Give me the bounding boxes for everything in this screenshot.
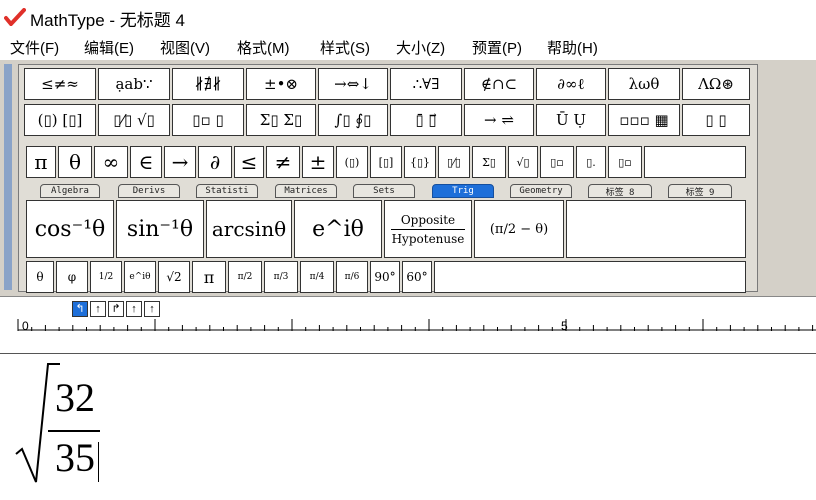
tab-label-8[interactable]: 标签 8 <box>588 184 652 198</box>
tab-derivs[interactable]: Derivs <box>118 184 180 198</box>
palette-grip[interactable] <box>4 64 12 290</box>
template-radical[interactable]: √▯ <box>508 146 538 178</box>
template-subscript[interactable]: ▯. <box>576 146 606 178</box>
expr-one-half[interactable]: 1/2 <box>90 261 122 293</box>
text-cursor <box>98 442 99 482</box>
palette-labeled-arrows[interactable]: → ⇌ <box>464 104 534 136</box>
palette-fractions-radicals[interactable]: ▯⁄▯ √▯ <box>98 104 170 136</box>
template-empty-slot[interactable] <box>566 200 746 258</box>
tabstop-relation-button[interactable]: ↑ <box>126 301 142 317</box>
template-arcsin-superscript[interactable]: sin⁻¹θ <box>116 200 204 258</box>
palette-matrices[interactable]: ▫▫▫ ▦ <box>608 104 680 136</box>
template-opposite-hypotenuse[interactable]: Opposite Hypotenuse <box>384 200 472 258</box>
expr-pi-over-6[interactable]: π/6 <box>336 261 368 293</box>
symbol-neq[interactable]: ≠ <box>266 146 300 178</box>
palette-products-sets[interactable]: Ū Ụ <box>536 104 606 136</box>
template-sub-superscript[interactable]: ▯▫ <box>608 146 642 178</box>
expr-euler[interactable]: e^iθ <box>124 261 156 293</box>
template-opposite-label: Opposite <box>400 212 456 227</box>
expr-empty-slot[interactable] <box>434 261 746 293</box>
palette-relations[interactable]: ≤≠≈ <box>24 68 96 100</box>
fraction-denominator: 35 <box>55 435 95 480</box>
palette-sets[interactable]: ∉∩⊂ <box>464 68 534 100</box>
palette-greek-lower[interactable]: λωθ <box>608 68 680 100</box>
palette-spaces-ellipses[interactable]: ạab∵ <box>98 68 170 100</box>
palette-arrows[interactable]: →⇔↓ <box>318 68 388 100</box>
expr-theta[interactable]: θ <box>26 261 54 293</box>
expr-pi-over-4[interactable]: π/4 <box>300 261 334 293</box>
palette-subscripts[interactable]: ▯▫ ▯ <box>172 104 244 136</box>
symbol-pi[interactable]: π <box>26 146 56 178</box>
menu-format[interactable]: 格式(M) <box>237 37 290 58</box>
tab-algebra[interactable]: Algebra <box>40 184 100 198</box>
tab-geometry[interactable]: Geometry <box>510 184 572 198</box>
menu-file[interactable]: 文件(F) <box>10 37 59 58</box>
menu-preferences[interactable]: 预置(P) <box>472 37 522 58</box>
template-arccos[interactable]: cos⁻¹θ <box>26 200 114 258</box>
palette-fences[interactable]: (▯) [▯] <box>24 104 96 136</box>
menu-edit[interactable]: 编辑(E) <box>84 37 134 58</box>
symbol-leq[interactable]: ≤ <box>234 146 264 178</box>
expr-phi[interactable]: φ <box>56 261 88 293</box>
template-fraction-bar <box>391 228 465 230</box>
title-bar: MathType - 无标题 4 <box>0 0 816 34</box>
ruler-ticks <box>17 319 816 331</box>
menu-view[interactable]: 视图(V) <box>160 37 210 58</box>
fraction-numerator: 32 <box>55 375 95 420</box>
palette-operators[interactable]: ±•⊗ <box>246 68 316 100</box>
equation-editor-area[interactable]: 32 35 <box>0 354 816 500</box>
palette-boxes[interactable]: ▯ ▯ <box>682 104 750 136</box>
ruler-area: ↰ ↑ ↱ ↑ ↑ 0 5 <box>0 296 816 355</box>
tabstop-decimal-button[interactable]: ↑ <box>144 301 160 317</box>
tab-trig[interactable]: Trig <box>432 184 494 198</box>
symbol-element-of[interactable]: ∈ <box>130 146 162 178</box>
template-braces[interactable]: {▯} <box>404 146 436 178</box>
expr-pi-over-2[interactable]: π/2 <box>228 261 262 293</box>
symbol-theta[interactable]: θ <box>58 146 92 178</box>
menu-bar: 文件(F) 编辑(E) 视图(V) 格式(M) 样式(S) 大小(Z) 预置(P… <box>0 34 816 60</box>
symbol-partial[interactable]: ∂ <box>198 146 232 178</box>
ruler-label-0: 0 <box>22 319 29 333</box>
template-superscript[interactable]: ▯▫ <box>540 146 574 178</box>
template-fraction[interactable]: ▯⁄▯ <box>438 146 470 178</box>
expr-60-degrees[interactable]: 60° <box>402 261 432 293</box>
expr-sqrt-2[interactable]: √2 <box>158 261 190 293</box>
template-hypotenuse-label: Hypotenuse <box>391 231 465 246</box>
tabstop-left-button[interactable]: ↰ <box>72 301 88 317</box>
tabstop-right-button[interactable]: ↱ <box>108 301 124 317</box>
palette-bars[interactable]: ▯̄ ▯⃗ <box>390 104 462 136</box>
template-parens[interactable]: (▯) <box>336 146 368 178</box>
ruler[interactable]: 0 5 <box>0 317 816 347</box>
palette-logic[interactable]: ∴∀∃ <box>390 68 462 100</box>
symbol-empty-slot[interactable] <box>644 146 746 178</box>
fraction-bar <box>48 430 100 432</box>
palette-misc-symbols[interactable]: ∂∞ℓ <box>536 68 606 100</box>
symbol-infinity[interactable]: ∞ <box>94 146 128 178</box>
menu-size[interactable]: 大小(Z) <box>396 37 445 58</box>
template-brackets[interactable]: [▯] <box>370 146 402 178</box>
tab-matrices[interactable]: Matrices <box>275 184 337 198</box>
palette-summations[interactable]: Σ▯ Σ▯ <box>246 104 316 136</box>
palette-greek-upper[interactable]: ΛΩ⊛ <box>682 68 750 100</box>
mathtype-logo-icon <box>4 8 26 26</box>
tab-label-9[interactable]: 标签 9 <box>668 184 732 198</box>
expr-90-degrees[interactable]: 90° <box>370 261 400 293</box>
tabstop-center-button[interactable]: ↑ <box>90 301 106 317</box>
symbol-plus-minus[interactable]: ± <box>302 146 334 178</box>
tab-sets[interactable]: Sets <box>353 184 415 198</box>
menu-help[interactable]: 帮助(H) <box>547 37 598 58</box>
template-complement-angle[interactable]: (π/2 − θ) <box>474 200 564 258</box>
palette-integrals[interactable]: ∫▯ ∮▯ <box>318 104 388 136</box>
template-arcsin[interactable]: arcsinθ <box>206 200 292 258</box>
symbol-arrow-right[interactable]: → <box>164 146 196 178</box>
tab-statistics[interactable]: Statisti <box>196 184 258 198</box>
template-euler[interactable]: e^iθ <box>294 200 382 258</box>
expr-pi[interactable]: π <box>192 261 226 293</box>
palette-embellishments[interactable]: ∦∄∦ <box>172 68 244 100</box>
menu-style[interactable]: 样式(S) <box>320 37 370 58</box>
template-sum[interactable]: Σ▯ <box>472 146 506 178</box>
ruler-label-5: 5 <box>561 319 568 333</box>
expr-pi-over-3[interactable]: π/3 <box>264 261 298 293</box>
window-title: MathType - 无标题 4 <box>30 11 185 30</box>
